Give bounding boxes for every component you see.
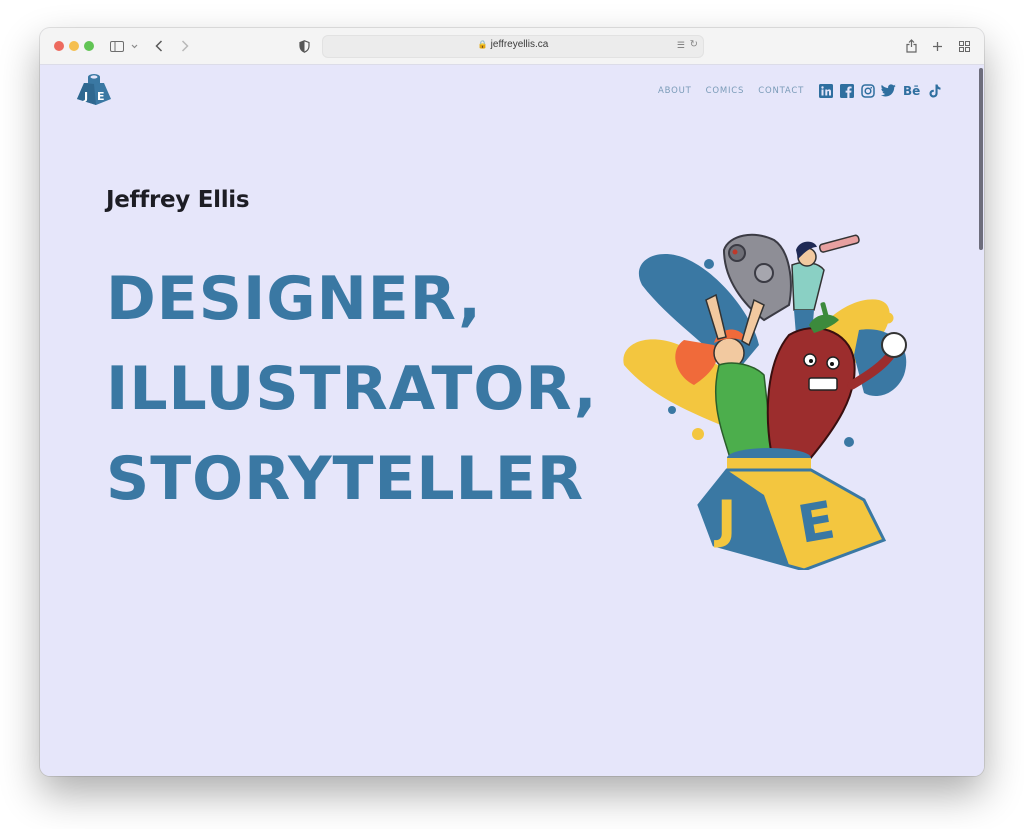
je-box: J E	[697, 448, 887, 570]
headline-line-storyteller: STORYTELLER	[106, 444, 585, 514]
svg-text:E: E	[97, 90, 105, 103]
lock-icon: 🔒	[477, 40, 488, 49]
dot	[668, 406, 676, 414]
browser-window: 🔒 jeffreyellis.ca ☰ ↻ J E ABOUT COMICS C…	[40, 28, 984, 776]
chevron-down-icon[interactable]	[129, 36, 139, 56]
box-letter-j: J	[714, 490, 736, 550]
headline-line-illustrator: ILLUSTRATOR,	[106, 354, 598, 424]
forward-arrow-icon[interactable]	[178, 36, 192, 56]
nav-comics[interactable]: COMICS	[706, 86, 745, 96]
zoom-window-button[interactable]	[84, 41, 94, 51]
hero-illustration: J E	[623, 233, 907, 570]
main-nav: ABOUT COMICS CONTACT Bē	[658, 83, 942, 98]
plus-icon[interactable]	[930, 36, 944, 56]
sidebar-icon[interactable]	[109, 36, 125, 56]
translate-icon[interactable]: ☰	[677, 40, 685, 51]
dot	[844, 437, 854, 447]
share-icon[interactable]	[904, 36, 918, 56]
instagram-icon[interactable]	[860, 83, 875, 98]
address-bar[interactable]: 🔒 jeffreyellis.ca ☰ ↻	[322, 35, 704, 58]
scrollbar-thumb[interactable]	[979, 68, 983, 250]
facebook-icon[interactable]	[839, 83, 854, 98]
dot	[692, 428, 704, 440]
shield-icon[interactable]	[297, 36, 311, 56]
site-logo[interactable]: J E	[74, 71, 114, 107]
twitter-icon[interactable]	[881, 83, 896, 98]
headline-line-designer: DESIGNER,	[106, 264, 482, 334]
reload-icon[interactable]: ↻	[690, 39, 698, 50]
social-links: Bē	[818, 83, 942, 98]
hero-headline: DESIGNER, ILLUSTRATOR, STORYTELLER	[106, 254, 598, 524]
behance-icon[interactable]: Bē	[902, 83, 921, 98]
author-name: Jeffrey Ellis	[106, 187, 250, 213]
web-page: J E ABOUT COMICS CONTACT Bē Jeffrey Elli…	[40, 65, 984, 776]
tab-grid-icon[interactable]	[957, 36, 971, 56]
linkedin-icon[interactable]	[818, 83, 833, 98]
dot	[704, 259, 714, 269]
minimize-window-button[interactable]	[69, 41, 79, 51]
dot	[882, 312, 894, 324]
tiktok-icon[interactable]	[927, 83, 942, 98]
nav-about[interactable]: ABOUT	[658, 86, 692, 96]
nav-contact[interactable]: CONTACT	[758, 86, 804, 96]
ball	[881, 332, 907, 358]
svg-text:J: J	[83, 90, 88, 103]
url-text: jeffreyellis.ca	[490, 39, 549, 50]
browser-toolbar: 🔒 jeffreyellis.ca ☰ ↻	[40, 28, 984, 65]
back-arrow-icon[interactable]	[152, 36, 166, 56]
close-window-button[interactable]	[54, 41, 64, 51]
vertical-scrollbar[interactable]	[976, 65, 984, 776]
